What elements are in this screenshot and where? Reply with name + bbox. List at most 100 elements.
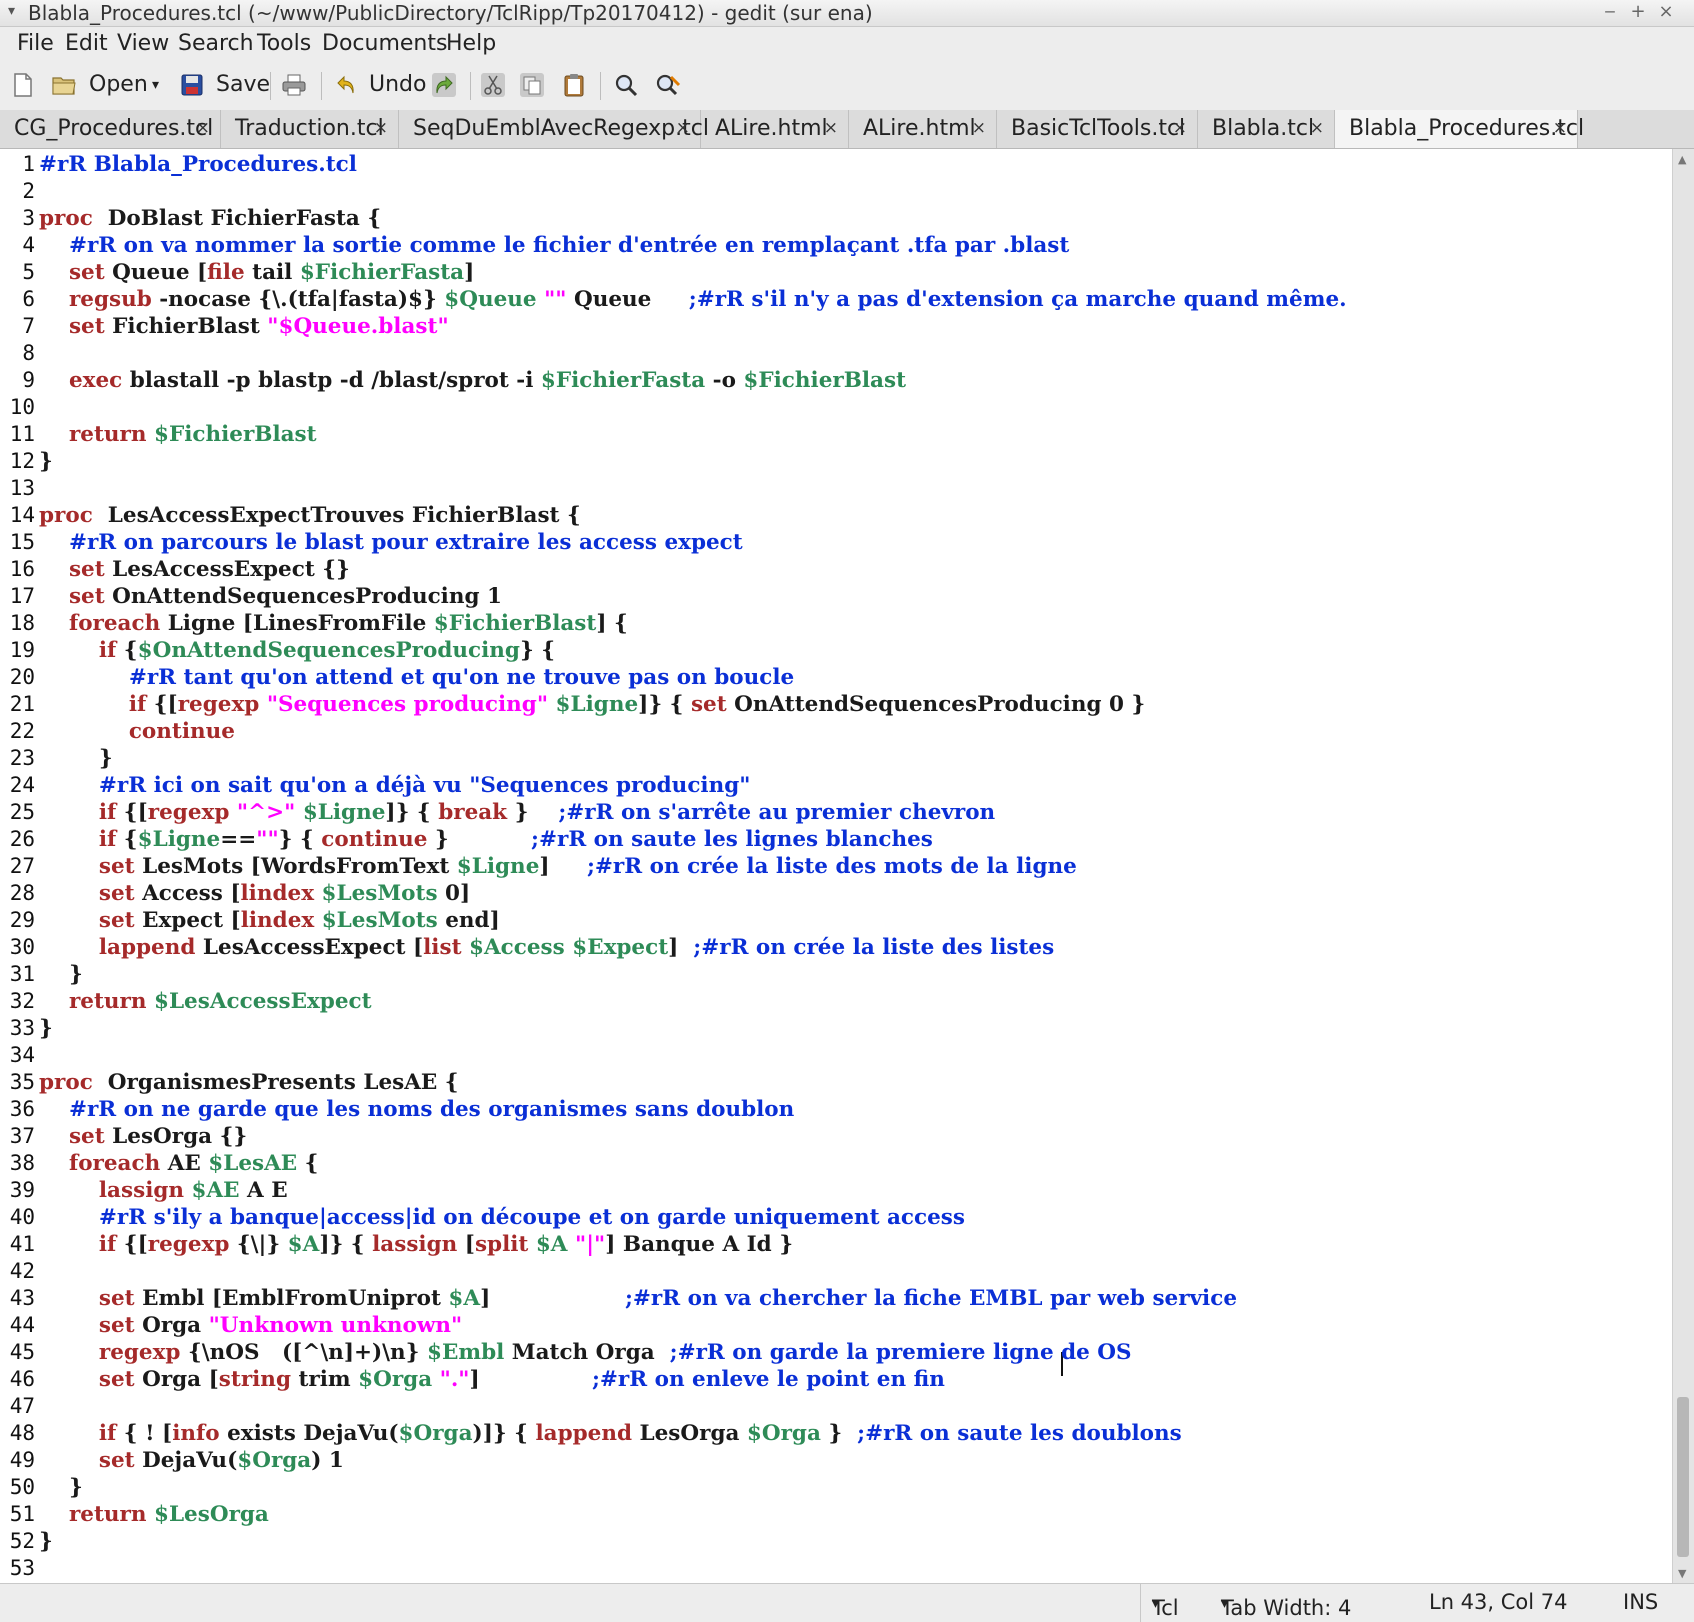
code-line[interactable]: 42 (0, 1258, 1672, 1285)
code-line[interactable]: 21 if {[regexp "Sequences producing" $Li… (0, 691, 1672, 718)
tab-seqduembl[interactable]: SeqDuEmblAvecRegexp.tcl × (399, 110, 709, 148)
code-line[interactable]: 24 #rR ici on sait qu'on a déjà vu "Sequ… (0, 772, 1672, 799)
code-line[interactable]: 11 return $FichierBlast (0, 421, 1672, 448)
code-line[interactable]: 47 (0, 1393, 1672, 1420)
tab-basictcltools[interactable]: BasicTclTools.tcl × (997, 110, 1198, 148)
code-line[interactable]: 18 foreach Ligne [LinesFromFile $Fichier… (0, 610, 1672, 637)
code-line[interactable]: 51 return $LesOrga (0, 1501, 1672, 1528)
code-line[interactable]: 50 } (0, 1474, 1672, 1501)
new-document-button[interactable] (12, 69, 34, 101)
tab-cg-procedures[interactable]: CG_Procedures.tcl × (0, 110, 221, 148)
undo-button[interactable]: Undo (336, 69, 426, 101)
code-line[interactable]: 44 set Orga "Unknown unknown" (0, 1312, 1672, 1339)
code-line[interactable]: 8 (0, 340, 1672, 367)
code-line[interactable]: 17 set OnAttendSequencesProducing 1 (0, 583, 1672, 610)
minimize-icon[interactable]: ‒ (1600, 1, 1620, 22)
redo-button[interactable] (432, 69, 456, 101)
code-line[interactable]: 23 } (0, 745, 1672, 772)
code-line[interactable]: 41 if {[regexp {\|} $A]} { lassign [spli… (0, 1231, 1672, 1258)
code-line[interactable]: 12} (0, 448, 1672, 475)
code-line[interactable]: 14 proc LesAccessExpectTrouves FichierBla… (0, 502, 1672, 529)
print-button[interactable] (282, 69, 306, 101)
menu-tools[interactable]: Tools (257, 31, 311, 56)
copy-button[interactable] (520, 69, 544, 101)
close-tab-icon[interactable]: × (196, 118, 210, 138)
menu-help[interactable]: Help (446, 31, 496, 56)
code-line[interactable]: 39 lassign $AE A E (0, 1177, 1672, 1204)
close-tab-icon[interactable]: × (1173, 118, 1187, 138)
scroll-down-icon[interactable]: ▼ (1678, 1567, 1686, 1580)
close-tab-icon[interactable]: × (972, 118, 986, 138)
code-line[interactable]: 13 (0, 475, 1672, 502)
vertical-scrollbar[interactable]: ▲ ▼ (1672, 149, 1694, 1583)
code-line[interactable]: 32 return $LesAccessExpect (0, 988, 1672, 1015)
code-line[interactable]: 53 (0, 1555, 1672, 1582)
code-line[interactable]: 34 (0, 1042, 1672, 1069)
code-line[interactable]: 43 set Embl [EmblFromUniprot $A] ;#rR on… (0, 1285, 1672, 1312)
code-line[interactable]: 1 #rR Blabla_Procedures.tcl (0, 151, 1672, 178)
code-line[interactable]: 27 set LesMots [WordsFromText $Ligne] ;#… (0, 853, 1672, 880)
code-line[interactable]: 5 set Queue [file tail $FichierFasta] (0, 259, 1672, 286)
code-line[interactable]: 35 proc OrganismesPresents LesAE { (0, 1069, 1672, 1096)
code-line[interactable]: 33} (0, 1015, 1672, 1042)
menu-documents[interactable]: Documents (322, 31, 447, 56)
code-line[interactable]: 31 } (0, 961, 1672, 988)
close-tab-icon[interactable]: × (374, 118, 388, 138)
window-menu-icon[interactable]: ▾ (8, 3, 15, 19)
menu-file[interactable]: File (17, 31, 54, 56)
code-line[interactable]: 3 proc DoBlast FichierFasta { (0, 205, 1672, 232)
code-line[interactable]: 10 (0, 394, 1672, 421)
find-button[interactable] (614, 69, 638, 101)
save-button[interactable]: Save (181, 69, 270, 101)
code-line[interactable]: 48 if { ! [info exists DejaVu($Orga)]} {… (0, 1420, 1672, 1447)
code-line[interactable]: 9 exec blastall -p blastp -d /blast/spro… (0, 367, 1672, 394)
close-window-icon[interactable]: × (1656, 1, 1676, 22)
menu-edit[interactable]: Edit (65, 31, 108, 56)
code-editor[interactable]: 1 #rR Blabla_Procedures.tcl 2 3 proc DoBlast… (0, 149, 1672, 1583)
code-line[interactable]: 49 set DejaVu($Orga) 1 (0, 1447, 1672, 1474)
paste-button[interactable] (564, 69, 584, 101)
code-line[interactable]: 16 set LesAccessExpect {} (0, 556, 1672, 583)
code-line[interactable]: 52} (0, 1528, 1672, 1555)
tab-blabla-procedures[interactable]: Blabla_Procedures.tcl × (1335, 110, 1584, 148)
tab-traduction[interactable]: Traduction.tcl × (221, 110, 399, 148)
open-recent-dropdown[interactable]: ▾ (152, 69, 159, 101)
code-line[interactable]: 19 if {$OnAttendSequencesProducing} { (0, 637, 1672, 664)
close-tab-icon[interactable]: × (676, 118, 690, 138)
code-line[interactable]: 6 regsub -nocase {\.(tfa|fasta)$} $Queue… (0, 286, 1672, 313)
code-line[interactable]: 46 set Orga [string trim $Orga "."] ;#rR… (0, 1366, 1672, 1393)
code-line[interactable]: 36 #rR on ne garde que les noms des orga… (0, 1096, 1672, 1123)
code-line[interactable]: 15 #rR on parcours le blast pour extrair… (0, 529, 1672, 556)
menu-search[interactable]: Search (178, 31, 254, 56)
code-line[interactable]: 38 foreach AE $LesAE { (0, 1150, 1672, 1177)
scrollbar-thumb[interactable] (1677, 1397, 1689, 1557)
tab-blabla[interactable]: Blabla.tcl × (1198, 110, 1335, 148)
tab-alire-2[interactable]: ALire.html × (849, 110, 997, 148)
code-line[interactable]: 45 regexp {\nOS ([^\n]+)\n} $Embl Match … (0, 1339, 1672, 1366)
variable-token: $LesAE (208, 1151, 298, 1176)
close-tab-icon[interactable]: × (1553, 118, 1567, 138)
open-button[interactable]: Open (52, 69, 148, 101)
code-line[interactable]: 25 if {[regexp "^>" $Ligne]} { break } ;… (0, 799, 1672, 826)
code-line[interactable]: 7 set FichierBlast "$Queue.blast" (0, 313, 1672, 340)
code-line[interactable]: 4 #rR on va nommer la sortie comme le fi… (0, 232, 1672, 259)
find-replace-button[interactable] (655, 69, 681, 101)
tab-alire-1[interactable]: ALire.html × (701, 110, 849, 148)
close-tab-icon[interactable]: × (824, 118, 838, 138)
code-line[interactable]: 30 lappend LesAccessExpect [list $Access… (0, 934, 1672, 961)
window-titlebar[interactable]: ▾ Blabla_Procedures.tcl (~/www/PublicDir… (0, 0, 1694, 27)
code-line[interactable]: 37 set LesOrga {} (0, 1123, 1672, 1150)
code-text: #rR on parcours le blast pour extraire l… (39, 529, 743, 556)
code-line[interactable]: 22 continue (0, 718, 1672, 745)
menu-view[interactable]: View (117, 31, 169, 56)
code-line[interactable]: 26 if {$Ligne==""} { continue } ;#rR on … (0, 826, 1672, 853)
code-line[interactable]: 40 #rR s'ily a banque|access|id on décou… (0, 1204, 1672, 1231)
close-tab-icon[interactable]: × (1310, 118, 1324, 138)
scroll-up-icon[interactable]: ▲ (1678, 153, 1686, 166)
code-line[interactable]: 28 set Access [lindex $LesMots 0] (0, 880, 1672, 907)
code-line[interactable]: 20 #rR tant qu'on attend et qu'on ne tro… (0, 664, 1672, 691)
code-line[interactable]: 2 (0, 178, 1672, 205)
code-line[interactable]: 29 set Expect [lindex $LesMots end] (0, 907, 1672, 934)
cut-button[interactable] (481, 69, 505, 101)
maximize-icon[interactable]: + (1628, 1, 1648, 22)
